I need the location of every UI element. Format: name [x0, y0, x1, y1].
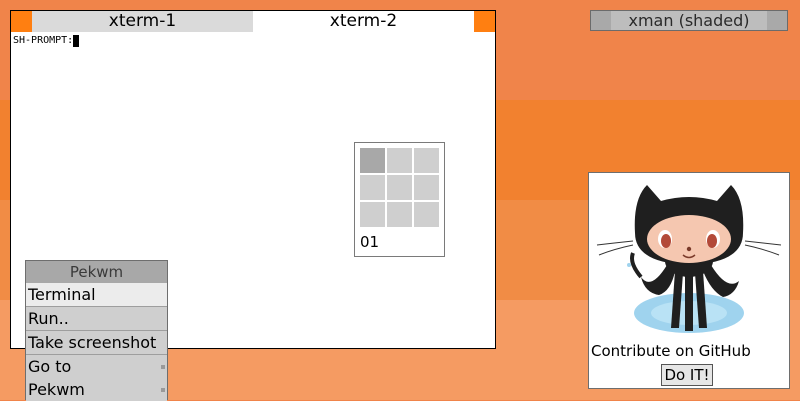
workspace-cell-5[interactable]	[387, 175, 412, 200]
menu-item-terminal[interactable]: Terminal	[26, 283, 167, 306]
github-window[interactable]: Contribute on GitHub Do IT!	[588, 172, 790, 389]
workspace-cell-8[interactable]	[387, 202, 412, 227]
menu-item-run[interactable]: Run..	[26, 307, 167, 330]
octocat-image	[596, 185, 782, 333]
window-close-button[interactable]	[474, 11, 495, 32]
github-caption: Contribute on GitHub	[591, 342, 751, 360]
pekwm-root-menu[interactable]: Pekwm Terminal Run.. Take screenshot Go …	[25, 260, 168, 401]
tab-xterm-1[interactable]: xterm-1	[32, 11, 253, 32]
xterm-titlebar[interactable]: xterm-1 xterm-2	[11, 11, 495, 32]
workspace-label: 01	[360, 233, 380, 251]
workspace-cell-7[interactable]	[360, 202, 385, 227]
submenu-arrow-icon	[161, 365, 165, 369]
workspace-cell-1[interactable]	[360, 148, 385, 173]
menu-item-take-screenshot[interactable]: Take screenshot	[26, 331, 167, 354]
workspace-cell-4[interactable]	[360, 175, 385, 200]
water-drop	[627, 263, 631, 267]
workspace-pager[interactable]: 01	[354, 142, 445, 257]
menu-item-pekwm[interactable]: Pekwm	[26, 378, 167, 401]
workspace-cell-2[interactable]	[387, 148, 412, 173]
window-menu-button[interactable]	[11, 11, 32, 32]
workspace-grid[interactable]	[360, 148, 439, 227]
tab-xterm-2[interactable]: xterm-2	[253, 11, 474, 32]
shell-prompt: SH-PROMPT:	[13, 35, 80, 47]
left-pupil	[661, 234, 671, 248]
menu-item-go-to[interactable]: Go to	[26, 355, 167, 378]
tail	[630, 252, 643, 279]
menu-title: Pekwm	[26, 261, 167, 283]
workspace-cell-6[interactable]	[414, 175, 439, 200]
xman-shaded-window[interactable]: xman (shaded)	[590, 10, 788, 31]
submenu-arrow-icon	[161, 388, 165, 392]
nose	[686, 246, 692, 252]
workspace-cell-3[interactable]	[414, 148, 439, 173]
right-pupil	[707, 234, 717, 248]
do-it-button[interactable]: Do IT!	[661, 364, 713, 386]
text-cursor	[73, 35, 80, 47]
menu-item-go-to-label: Go to	[28, 357, 72, 376]
menu-item-pekwm-label: Pekwm	[28, 380, 85, 399]
workspace-cell-9[interactable]	[414, 202, 439, 227]
xman-title[interactable]: xman (shaded)	[611, 11, 767, 30]
prompt-text: SH-PROMPT:	[13, 35, 74, 46]
